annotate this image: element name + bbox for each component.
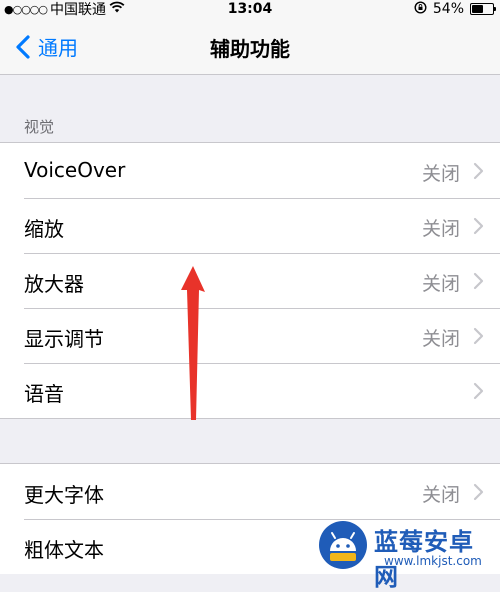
- status-bar: ●○○○○ 中国联通 13:04 54%: [0, 0, 500, 18]
- row-label: 缩放: [24, 217, 64, 241]
- row-value: 关闭: [421, 163, 460, 185]
- row-label: 更大字体: [24, 483, 104, 507]
- battery-fill: [472, 5, 483, 13]
- vision-settings-group: VoiceOver 关闭 缩放 关闭 放大器 关闭 显示调节 关闭 语音: [0, 142, 500, 419]
- row-label: 放大器: [24, 272, 84, 296]
- watermark: 蓝莓安卓网 www.lmkjst.com: [318, 516, 498, 591]
- chevron-right-icon: [473, 327, 484, 345]
- row-label: 显示调节: [24, 327, 104, 351]
- battery-percent: 54%: [432, 1, 464, 17]
- watermark-url: www.lmkjst.com: [384, 554, 482, 568]
- row-value: 关闭: [421, 484, 460, 506]
- rotation-lock-icon: [414, 1, 427, 17]
- section-header-vision: 视觉: [24, 118, 55, 136]
- row-label: 粗体文本: [24, 538, 104, 562]
- row-label: VoiceOver: [24, 158, 126, 182]
- chevron-right-icon: [473, 162, 484, 180]
- row-value: 关闭: [421, 218, 460, 240]
- row-zoom[interactable]: 缩放 关闭: [0, 198, 500, 253]
- row-display-accommodations[interactable]: 显示调节 关闭: [0, 308, 500, 363]
- row-voiceover[interactable]: VoiceOver 关闭: [0, 143, 500, 198]
- status-bar-right: 54%: [414, 0, 496, 18]
- chevron-right-icon: [473, 217, 484, 235]
- row-magnifier[interactable]: 放大器 关闭: [0, 253, 500, 308]
- navigation-bar: 通用 辅助功能: [0, 18, 500, 75]
- row-speech[interactable]: 语音: [0, 363, 500, 418]
- chevron-right-icon: [473, 382, 484, 400]
- chevron-right-icon: [473, 483, 484, 501]
- android-logo-icon: [319, 521, 367, 569]
- page-title: 辅助功能: [210, 37, 290, 61]
- row-label: 语音: [24, 382, 64, 406]
- row-larger-text[interactable]: 更大字体 关闭: [0, 464, 500, 519]
- row-value: 关闭: [421, 328, 460, 350]
- chevron-right-icon: [473, 272, 484, 290]
- battery-icon: [470, 3, 496, 15]
- row-value: 关闭: [421, 273, 460, 295]
